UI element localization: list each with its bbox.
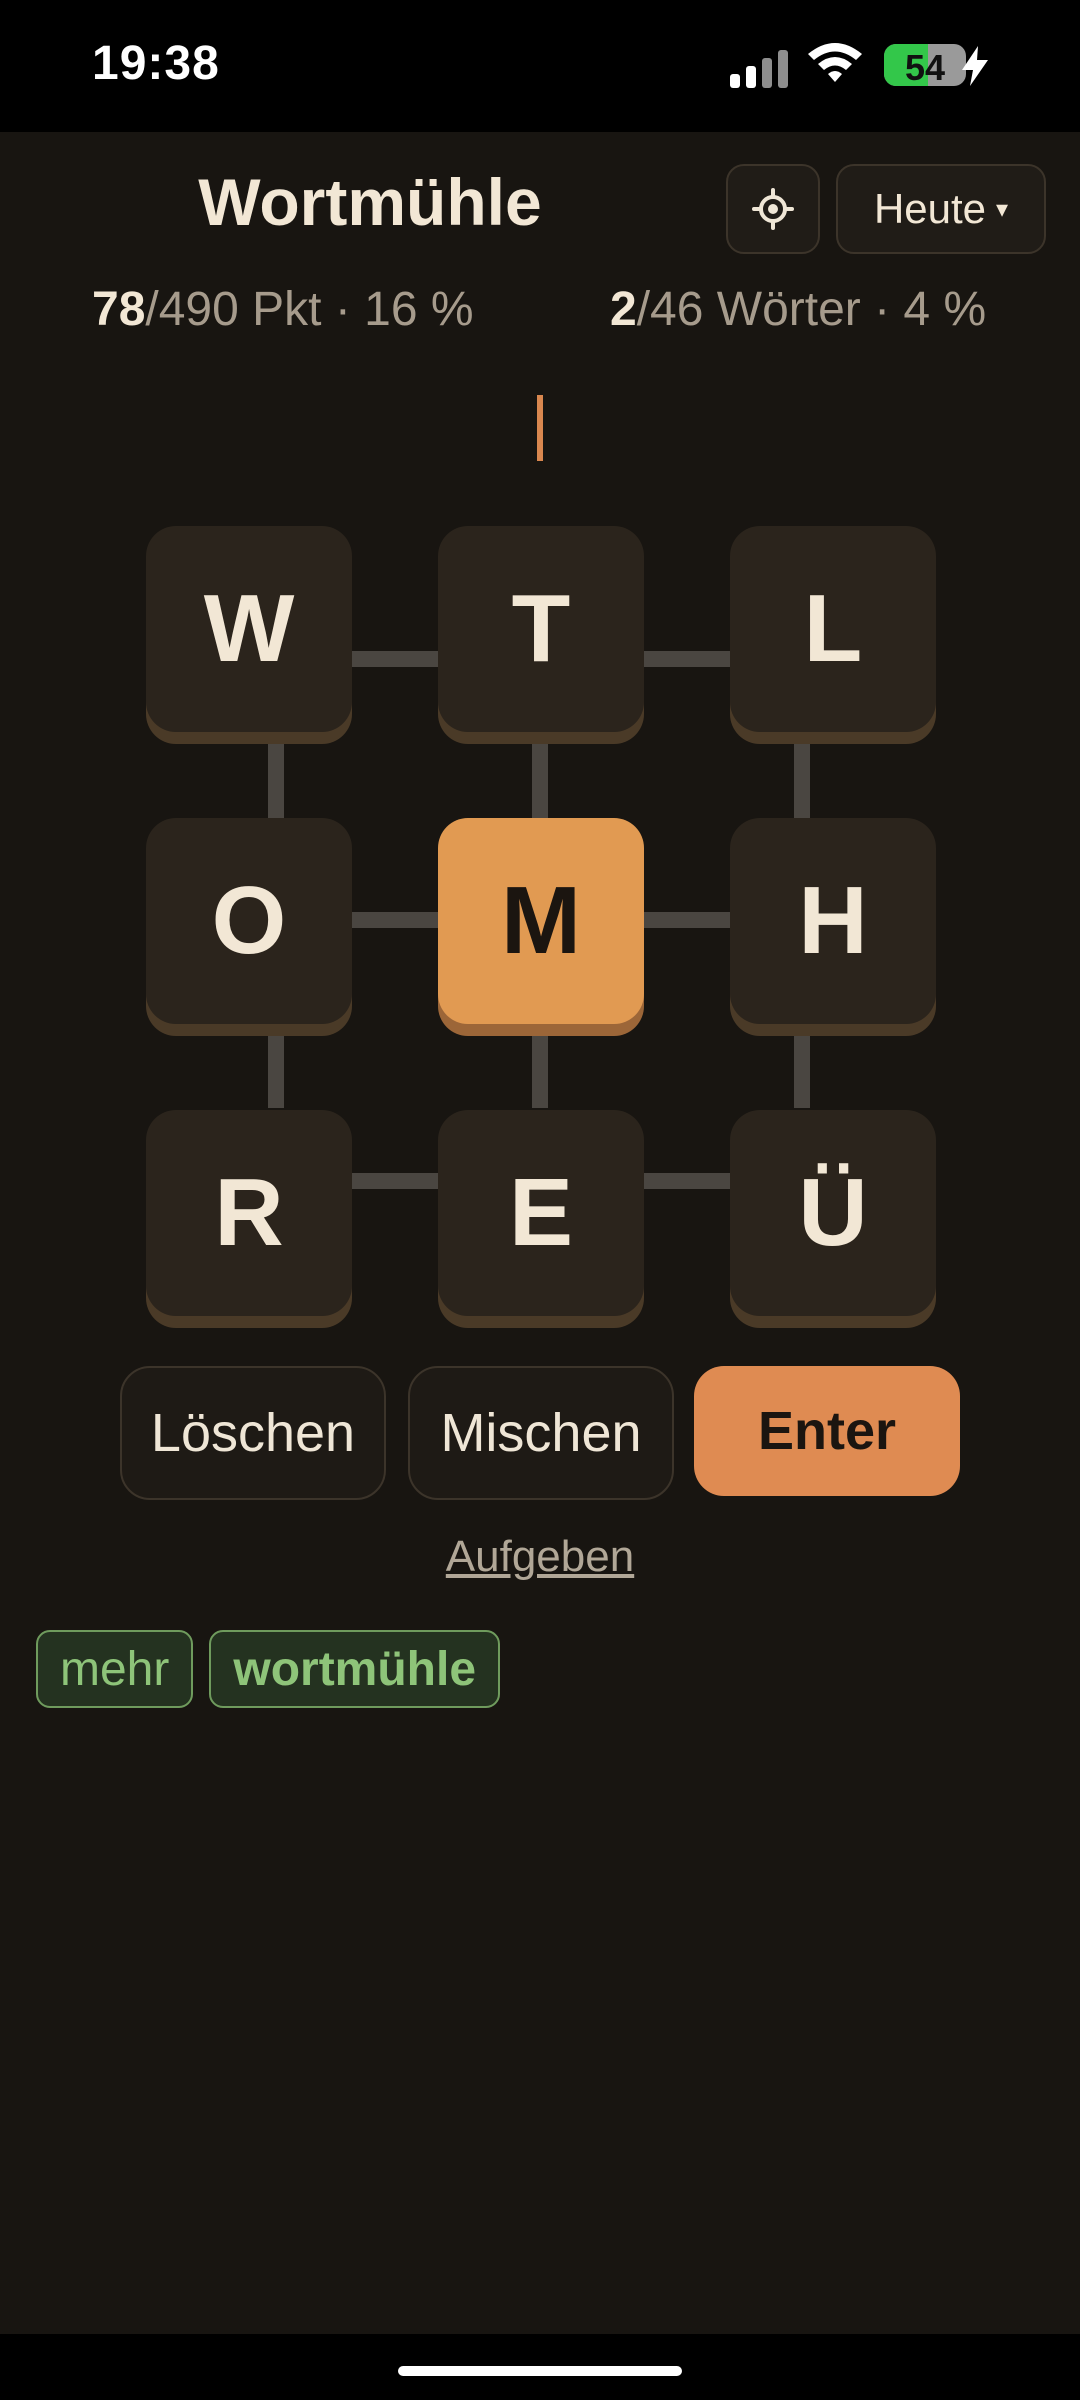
letter-tile-l[interactable]: L [730, 526, 936, 732]
letter-tile-e[interactable]: E [438, 1110, 644, 1316]
shuffle-button[interactable]: Mischen [408, 1366, 674, 1500]
gear-icon [752, 188, 794, 230]
board-connector [350, 912, 440, 928]
date-select-label: Heute [873, 185, 987, 232]
letter-tile-h[interactable]: H [730, 818, 936, 1024]
settings-button[interactable] [726, 164, 820, 254]
letter-board: W T L O M H R E Ü [0, 0, 1080, 2400]
board-connector [268, 730, 284, 820]
enter-button[interactable]: Enter [694, 1366, 960, 1496]
board-connector [642, 1173, 732, 1189]
input-cursor [537, 395, 543, 461]
charging-bolt-icon [962, 46, 988, 86]
delete-button[interactable]: Löschen [120, 1366, 386, 1500]
letter-tile-ue[interactable]: Ü [730, 1110, 936, 1316]
found-word-chip: mehr [36, 1630, 194, 1708]
board-connector [642, 651, 732, 667]
found-words-list: mehr wortmühle [36, 1630, 501, 1708]
status-time: 19:38 [92, 37, 220, 90]
board-connector [642, 912, 732, 928]
cellular-signal-icon [730, 46, 790, 88]
letter-tile-o[interactable]: O [146, 818, 352, 1024]
board-connector [794, 1018, 810, 1108]
wifi-icon [808, 43, 862, 82]
board-connector [350, 1173, 440, 1189]
points-rest: /490 Pkt · 16 % [145, 283, 474, 336]
letter-tile-r[interactable]: R [146, 1110, 352, 1316]
board-connector [268, 1018, 284, 1108]
board-connector [532, 1018, 548, 1108]
battery-level: 54 [904, 47, 946, 86]
home-indicator[interactable] [398, 2366, 682, 2376]
letter-tile-t[interactable]: T [438, 526, 644, 732]
words-rest: /46 Wörter · 4 % [636, 283, 987, 336]
board-connector [794, 730, 810, 820]
words-stats: 2/46 Wörter · 4 % [610, 282, 986, 337]
points-value: 78 [92, 283, 146, 336]
board-connector [350, 651, 440, 667]
found-word-chip-pangram: wortmühle [209, 1630, 501, 1708]
letter-tile-w[interactable]: W [146, 526, 352, 732]
chevron-down-icon: ▾ [996, 195, 1009, 223]
app-title: Wortmühle [198, 165, 542, 239]
board-connector [532, 730, 548, 820]
points-stats: 78/490 Pkt · 16 % [92, 282, 474, 337]
words-value: 2 [610, 283, 637, 336]
date-select-button[interactable]: Heute ▾ [836, 164, 1046, 254]
status-bar: 19:38 54 [0, 0, 1080, 132]
letter-tile-center-m[interactable]: M [438, 818, 644, 1024]
battery-icon: 54 [884, 44, 966, 86]
give-up-link[interactable]: Aufgeben [340, 1532, 740, 1582]
